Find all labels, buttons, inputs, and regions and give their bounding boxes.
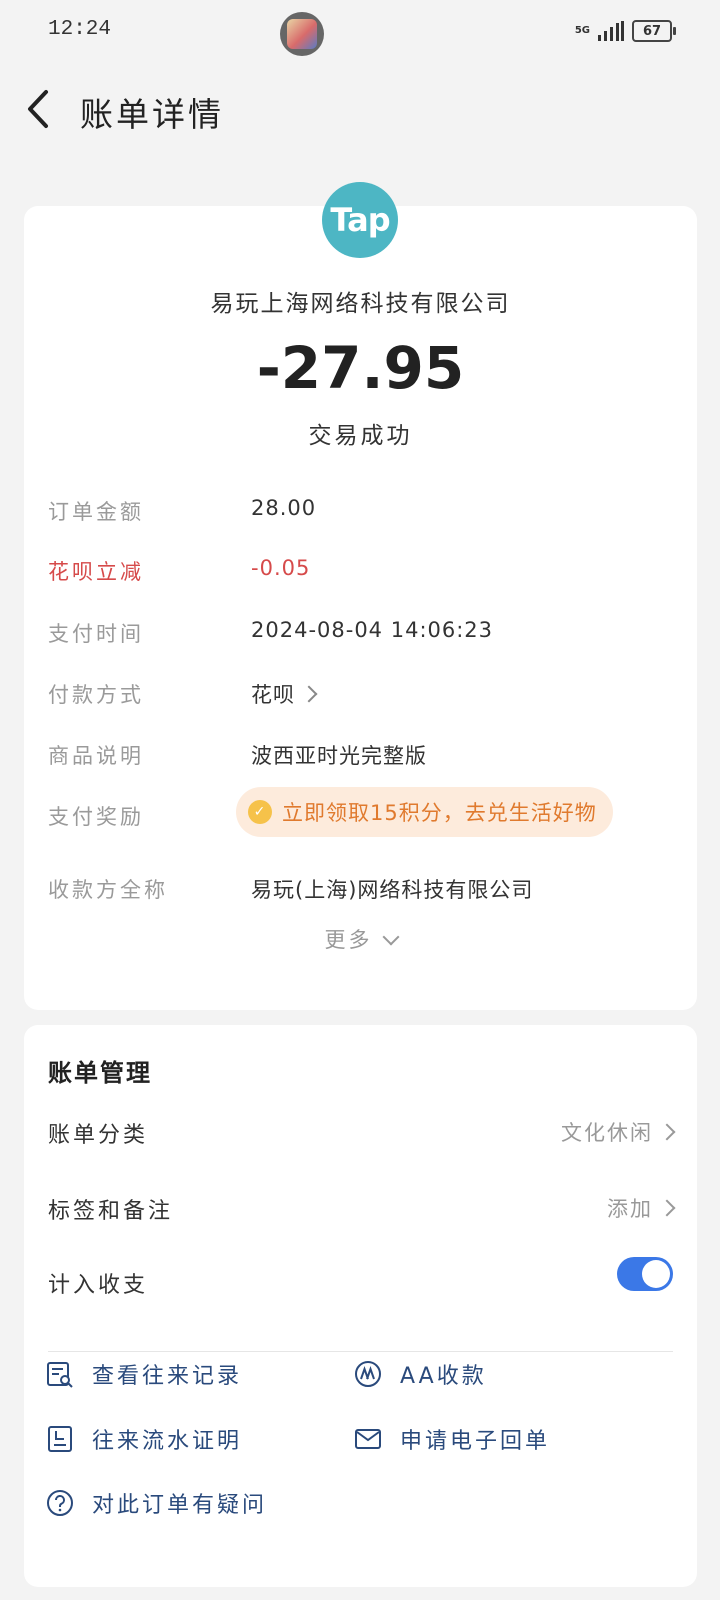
signal-icon [598, 21, 624, 41]
bill-category-row[interactable]: 账单分类 文化休闲 [48, 1107, 676, 1157]
bill-detail-card: Tap 易玩上海网络科技有限公司 -27.95 交易成功 订单金额 28.00 … [24, 182, 697, 1010]
page-title: 账单详情 [80, 95, 224, 134]
view-records-button[interactable]: 查看往来记录 [46, 1358, 242, 1390]
tags-value: 添加 [607, 1197, 653, 1221]
action-label: 往来流水证明 [92, 1429, 243, 1454]
toggle-knob [642, 1260, 670, 1288]
income-expense-toggle[interactable] [617, 1257, 673, 1291]
mail-icon [355, 1429, 381, 1449]
row-label: 付款方式 [48, 683, 144, 707]
row-label: 花呗立减 [48, 560, 144, 584]
action-label: 对此订单有疑问 [92, 1493, 268, 1518]
divider [48, 1351, 673, 1352]
row-label: 订单金额 [48, 500, 144, 524]
transaction-status: 交易成功 [308, 423, 413, 449]
aa-icon [355, 1361, 381, 1387]
pay-method-link[interactable]: 花呗 [251, 679, 318, 709]
back-button[interactable] [22, 84, 62, 134]
more-button[interactable]: 更多 [24, 924, 697, 954]
app-avatar-icon [280, 12, 324, 56]
merchant-logo-text: Tap [330, 201, 390, 239]
chevron-right-icon [658, 1199, 676, 1217]
status-indicators: 5G 67 [574, 20, 676, 42]
network-type: 5G [574, 25, 590, 36]
action-label: AA收款 [400, 1364, 487, 1389]
question-icon [47, 1490, 73, 1516]
more-label: 更多 [324, 928, 373, 952]
reward-button[interactable]: ✓ 立即领取15积分，去兑生活好物 [236, 787, 613, 837]
action-label: 查看往来记录 [92, 1364, 243, 1389]
row-label: 商品说明 [48, 744, 144, 768]
row-value: 波西亚时光完整版 [251, 744, 427, 768]
row-value: 2024-08-04 14:06:23 [251, 618, 494, 642]
section-title: 账单管理 [48, 1059, 152, 1087]
bill-manage-card: 账单管理 账单分类 文化休闲 标签和备注 添加 计入收支 查看往来记录 AA收款 [24, 1025, 697, 1587]
category-value: 文化休闲 [561, 1121, 653, 1145]
income-expense-label: 计入收支 [48, 1273, 149, 1298]
row-value: 易玩(上海)网络科技有限公司 [251, 878, 534, 902]
row-label: 支付时间 [48, 622, 144, 646]
status-bar: 12:24 5G 67 [0, 0, 720, 70]
row-label: 收款方全称 [48, 878, 168, 902]
battery-level: 67 [642, 23, 662, 39]
tags-notes-row[interactable]: 标签和备注 添加 [48, 1183, 676, 1233]
action-label: 申请电子回单 [400, 1429, 551, 1454]
category-label: 账单分类 [48, 1123, 149, 1148]
status-time: 12:24 [48, 18, 112, 41]
chevron-down-icon [382, 928, 399, 946]
coin-icon: ✓ [248, 800, 272, 824]
chevron-left-icon [28, 90, 48, 128]
row-value: 花呗 [251, 683, 295, 707]
records-search-icon [47, 1362, 73, 1388]
transaction-amount: -27.95 [256, 334, 465, 402]
flow-proof-button[interactable]: 往来流水证明 [46, 1423, 242, 1455]
chevron-right-icon [300, 685, 318, 703]
row-value: 28.00 [251, 496, 317, 520]
aa-collect-button[interactable]: AA收款 [354, 1358, 487, 1390]
battery-icon: 67 [632, 20, 676, 42]
chevron-right-icon [658, 1123, 676, 1141]
merchant-name: 易玩上海网络科技有限公司 [210, 291, 511, 317]
income-expense-row: 计入收支 [48, 1257, 673, 1307]
row-label: 支付奖励 [48, 805, 144, 829]
e-receipt-button[interactable]: 申请电子回单 [354, 1423, 550, 1455]
order-question-button[interactable]: 对此订单有疑问 [46, 1487, 267, 1519]
reward-text: 立即领取15积分，去兑生活好物 [282, 801, 597, 825]
header: 账单详情 [0, 70, 720, 150]
merchant-logo: Tap [322, 182, 398, 258]
row-value: -0.05 [251, 556, 311, 580]
tags-label: 标签和备注 [48, 1199, 174, 1224]
document-icon [48, 1426, 72, 1452]
